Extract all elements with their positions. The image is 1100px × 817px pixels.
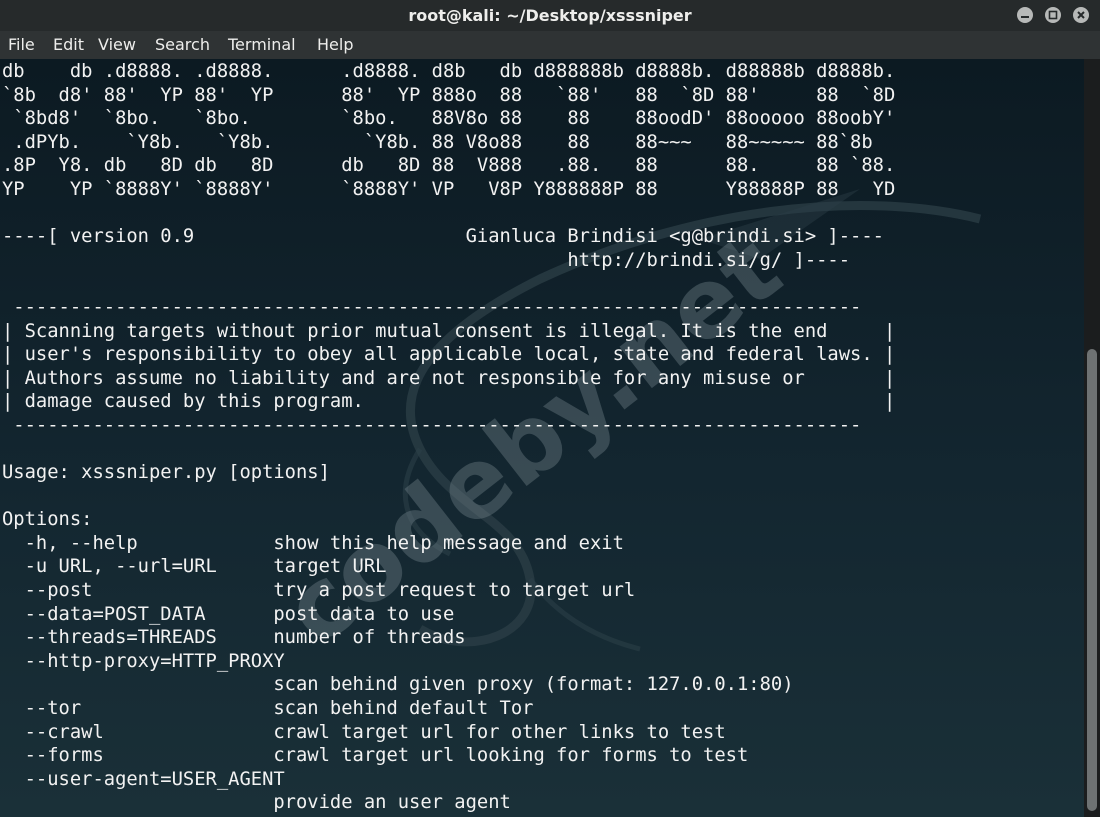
maximize-button[interactable] xyxy=(1045,7,1061,23)
terminal-line: provide an user agent xyxy=(2,792,511,814)
terminal-line: --user-agent=USER_AGENT xyxy=(2,768,285,790)
terminal-line: | damage caused by this program. | xyxy=(2,391,896,413)
terminal-line: ----[ version 0.9 Gianluca Brindisi <g@b… xyxy=(2,226,884,248)
menu-bar: File Edit View Search Terminal Help xyxy=(0,31,1100,59)
menu-file[interactable]: File xyxy=(8,32,35,58)
menu-help[interactable]: Help xyxy=(317,32,353,58)
terminal-area[interactable]: codeby.net db db .d8888. .d8888. .d8888.… xyxy=(0,59,1084,817)
terminal-line: .dPYb. `Y8b. `Y8b. `Y8b. 88 V8o88 88 88~… xyxy=(2,131,873,153)
scrollbar-thumb[interactable] xyxy=(1087,349,1097,811)
terminal-line: --forms crawl target url looking for for… xyxy=(2,745,749,767)
terminal-line: --threads=THREADS number of threads xyxy=(2,627,466,649)
maximize-icon xyxy=(1048,10,1058,20)
terminal-line: Options: xyxy=(2,509,93,531)
terminal-window: root@kali: ~/Desktop/xsssniper File Edit… xyxy=(0,0,1100,817)
terminal-line: --crawl crawl target url for other links… xyxy=(2,721,726,743)
terminal-line: `8bd8' `8bo. `8bo. `8bo. 88V8o 88 88 88o… xyxy=(2,108,896,130)
terminal-line: | user's responsibility to obey all appl… xyxy=(2,344,896,366)
terminal-line: http://brindi.si/g/ ]---- xyxy=(2,249,851,271)
terminal-line: -u URL, --url=URL target URL xyxy=(2,556,387,578)
terminal-line: --data=POST_DATA post data to use xyxy=(2,603,455,625)
terminal-line: `8b d8' 88' YP 88' YP 88' YP 888o 88 `88… xyxy=(2,84,896,106)
close-icon xyxy=(1077,11,1085,19)
close-button[interactable] xyxy=(1073,7,1089,23)
terminal-line: --post try a post request to target url xyxy=(2,580,636,602)
minimize-icon xyxy=(1021,16,1029,18)
menu-terminal[interactable]: Terminal xyxy=(228,32,296,58)
terminal-line: ----------------------------------------… xyxy=(2,296,862,318)
terminal-scrollbar[interactable] xyxy=(1084,59,1100,817)
terminal-line: -h, --help show this help message and ex… xyxy=(2,532,624,554)
terminal-line: ----------------------------------------… xyxy=(2,414,862,436)
terminal-line: --http-proxy=HTTP_PROXY xyxy=(2,650,285,672)
terminal-line: .8P Y8. db 8D db 8D db 8D 88 V888 .88. 8… xyxy=(2,155,896,177)
terminal-line: Usage: xsssniper.py [options] xyxy=(2,462,330,484)
minimize-button[interactable] xyxy=(1017,7,1033,23)
terminal-line: YP YP `8888Y' `8888Y' `8888Y' VP V8P Y88… xyxy=(2,178,896,200)
window-title: root@kali: ~/Desktop/xsssniper xyxy=(408,6,692,25)
terminal-line: | Scanning targets without prior mutual … xyxy=(2,320,896,342)
menu-view[interactable]: View xyxy=(98,32,136,58)
terminal-line: db db .d8888. .d8888. .d8888. d8b db d88… xyxy=(2,61,896,82)
terminal-output: db db .d8888. .d8888. .d8888. d8b db d88… xyxy=(2,60,895,815)
menu-edit[interactable]: Edit xyxy=(53,32,84,58)
menu-search[interactable]: Search xyxy=(155,32,210,58)
terminal-line: --tor scan behind default Tor xyxy=(2,698,534,720)
terminal-line: scan behind given proxy (format: 127.0.0… xyxy=(2,674,794,696)
terminal-line: | Authors assume no liability and are no… xyxy=(2,367,896,389)
title-bar: root@kali: ~/Desktop/xsssniper xyxy=(0,0,1100,31)
